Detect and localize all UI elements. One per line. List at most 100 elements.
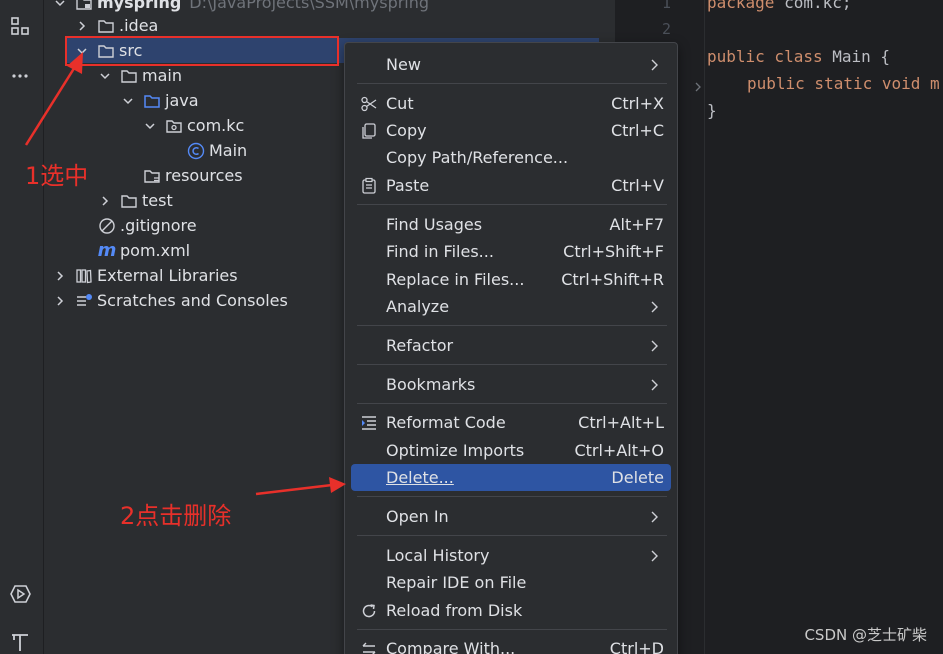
chevron-right-icon[interactable] <box>693 78 703 97</box>
menu-item-shortcut: Delete <box>611 468 664 487</box>
tree-item-label: resources <box>165 166 243 185</box>
code-line: } <box>707 101 717 120</box>
menu-separator <box>357 325 667 326</box>
menu-item-find-in-files[interactable]: Find in Files... Ctrl+Shift+F <box>351 238 671 265</box>
tree-item-resources[interactable]: resources <box>143 163 243 188</box>
menu-item-reformat-code[interactable]: Reformat Code Ctrl+Alt+L <box>351 409 671 436</box>
menu-item-copy-path[interactable]: Copy Path/Reference... <box>351 144 671 171</box>
menu-separator <box>357 403 667 404</box>
menu-separator <box>357 629 667 630</box>
menu-item-optimize-imports[interactable]: Optimize Imports Ctrl+Alt+O <box>351 437 671 464</box>
services-icon[interactable] <box>8 582 32 606</box>
code-line: public class Main { <box>707 47 890 66</box>
code-keyword: public class <box>707 47 823 66</box>
menu-item-shortcut: Ctrl+C <box>610 121 664 140</box>
menu-item-cut[interactable]: Cut Ctrl+X <box>351 90 671 117</box>
chevron-down-icon[interactable] <box>98 69 112 83</box>
menu-item-open-in[interactable]: Open In <box>351 503 671 530</box>
chevron-right-icon[interactable] <box>98 194 112 208</box>
code-text: com.kc; <box>774 0 852 12</box>
build-icon[interactable] <box>8 630 32 654</box>
menu-item-label: Compare With... <box>386 639 516 654</box>
tree-item-external-libraries[interactable]: External Libraries <box>53 263 238 288</box>
menu-item-label: Local History <box>386 546 490 565</box>
resources-folder-icon <box>143 167 161 185</box>
line-number: 2 <box>661 20 671 38</box>
menu-item-paste[interactable]: Paste Ctrl+V <box>351 172 671 199</box>
menu-item-label: Analyze <box>386 297 450 316</box>
ignore-file-icon <box>98 217 116 235</box>
reload-icon <box>359 601 379 621</box>
scratches-icon <box>75 292 93 310</box>
tree-item-main[interactable]: main <box>98 63 182 88</box>
menu-item-new[interactable]: New <box>351 51 671 78</box>
menu-item-reload-from-disk[interactable]: Reload from Disk <box>351 597 671 624</box>
chevron-right-icon[interactable] <box>75 19 89 33</box>
menu-item-label: Open In <box>386 507 449 526</box>
menu-item-find-usages[interactable]: Find Usages Alt+F7 <box>351 211 671 238</box>
menu-item-label: Find in Files... <box>386 242 494 261</box>
menu-item-label: Reload from Disk <box>386 601 523 620</box>
tool-window-strip <box>0 0 44 654</box>
tree-item-test[interactable]: test <box>98 188 173 213</box>
submenu-arrow-icon <box>651 550 658 561</box>
chevron-down-icon[interactable] <box>121 94 135 108</box>
tree-item-label: .idea <box>119 16 159 35</box>
menu-item-local-history[interactable]: Local History <box>351 542 671 569</box>
chevron-right-icon[interactable] <box>53 294 67 308</box>
menu-item-shortcut: Ctrl+Alt+L <box>578 413 664 432</box>
tree-item-label: .gitignore <box>120 216 197 235</box>
code-keyword: package <box>707 0 775 12</box>
submenu-arrow-icon <box>651 379 658 390</box>
menu-separator <box>357 535 667 536</box>
menu-item-replace-in-files[interactable]: Replace in Files... Ctrl+Shift+R <box>351 266 671 293</box>
code-keyword: public static void <box>747 74 921 93</box>
menu-item-analyze[interactable]: Analyze <box>351 293 671 320</box>
menu-item-label: Repair IDE on File <box>386 573 527 592</box>
line-number: 1 <box>661 0 671 12</box>
menu-item-delete[interactable]: Delete... Delete <box>351 464 671 491</box>
tree-item-label: main <box>142 66 182 85</box>
code-text: } <box>707 101 717 120</box>
tree-item-pom[interactable]: m pom.xml <box>98 238 191 263</box>
paste-icon <box>359 176 379 196</box>
menu-separator <box>357 83 667 84</box>
tree-item-label: java <box>165 91 199 110</box>
menu-item-label: Bookmarks <box>386 375 476 394</box>
tree-item-label: External Libraries <box>97 266 238 285</box>
context-menu: New Cut Ctrl+X Copy Ctrl+C Copy Path/Ref… <box>344 42 678 654</box>
menu-item-shortcut: Ctrl+Shift+R <box>561 270 664 289</box>
code-text: Main { <box>822 47 891 66</box>
submenu-arrow-icon <box>651 340 658 351</box>
scissors-icon <box>359 94 379 114</box>
menu-item-label: Cut <box>386 94 414 113</box>
menu-item-shortcut: Ctrl+Alt+O <box>574 441 664 460</box>
tree-item-gitignore[interactable]: .gitignore <box>98 213 197 238</box>
chevron-down-icon[interactable] <box>143 119 157 133</box>
tree-item-main-class[interactable]: Main <box>187 138 247 163</box>
code-line: public static void m <box>747 74 940 93</box>
tree-item-package[interactable]: com.kc <box>143 113 244 138</box>
tree-item-java[interactable]: java <box>121 88 199 113</box>
package-icon <box>165 117 183 135</box>
class-icon <box>187 142 205 160</box>
annotation-step-1: 1选中 <box>25 162 89 190</box>
menu-item-repair-ide[interactable]: Repair IDE on File <box>351 569 671 596</box>
tree-item-label: myspring <box>97 0 182 12</box>
menu-separator <box>357 496 667 497</box>
more-icon[interactable] <box>8 64 32 88</box>
structure-icon[interactable] <box>8 14 32 38</box>
menu-item-shortcut: Ctrl+D <box>609 639 664 654</box>
menu-item-bookmarks[interactable]: Bookmarks <box>351 371 671 398</box>
copy-icon <box>359 121 379 141</box>
tree-item-scratches[interactable]: Scratches and Consoles <box>53 288 288 313</box>
tree-item-idea[interactable]: .idea <box>75 13 158 38</box>
chevron-down-icon[interactable] <box>53 0 67 10</box>
menu-item-label: New <box>386 55 421 74</box>
module-folder-icon <box>75 0 93 12</box>
menu-item-label: Paste <box>386 176 430 195</box>
menu-item-refactor[interactable]: Refactor <box>351 332 671 359</box>
menu-item-copy[interactable]: Copy Ctrl+C <box>351 117 671 144</box>
menu-item-compare-with[interactable]: Compare With... Ctrl+D <box>351 635 671 654</box>
chevron-right-icon[interactable] <box>53 269 67 283</box>
